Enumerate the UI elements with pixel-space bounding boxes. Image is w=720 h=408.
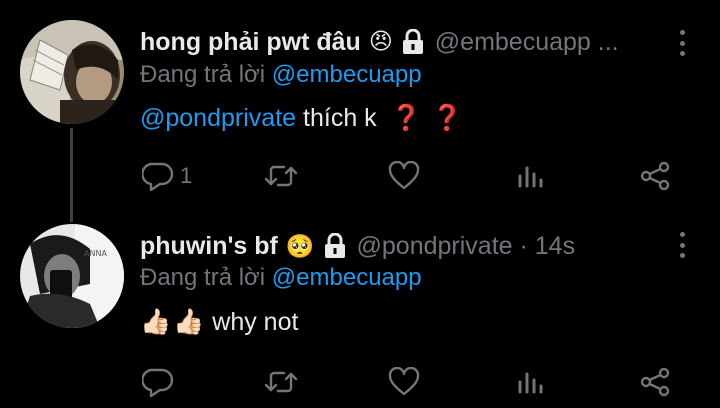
analytics-button[interactable] xyxy=(516,364,544,400)
share-icon xyxy=(640,367,670,397)
analytics-button[interactable] xyxy=(516,158,544,194)
retweet-icon xyxy=(264,368,298,396)
replying-to: Đang trả lời @embecuapp xyxy=(140,264,422,292)
question-mark-emoji: ❓ xyxy=(390,104,422,132)
more-options-icon[interactable] xyxy=(678,30,686,56)
display-name[interactable]: hong phải pwt đâu xyxy=(140,28,361,57)
share-button[interactable] xyxy=(640,364,670,400)
question-mark-emoji: ❓ xyxy=(431,104,463,132)
reply-button[interactable] xyxy=(142,364,180,400)
body-text: thích k xyxy=(303,104,377,132)
tweet-text: 👍🏻 👍🏻 why not xyxy=(140,308,298,337)
tweet-1[interactable]: hong phải pwt đâu 😠 @embecuapp ... Đang … xyxy=(0,0,720,222)
user-handle-and-time[interactable]: @pondprivate · 14s xyxy=(357,232,576,261)
replying-prefix: Đang trả lời xyxy=(140,264,266,291)
avatar[interactable]: ANNA xyxy=(20,224,124,328)
retweet-icon xyxy=(264,162,298,190)
like-icon xyxy=(388,367,420,397)
angry-face-emoji: 😠 xyxy=(368,29,393,55)
share-button[interactable] xyxy=(640,158,670,194)
reply-icon xyxy=(142,161,174,191)
like-icon xyxy=(388,161,420,191)
tweet-text: @pondprivate thích k ❓ ❓ xyxy=(140,104,463,133)
user-handle[interactable]: @embecuapp ... xyxy=(435,28,619,57)
retweet-button[interactable] xyxy=(264,364,298,400)
body-text: why not xyxy=(212,308,299,336)
thumbs-up-emoji-2: 👍🏻 xyxy=(173,308,205,336)
tweet-header: hong phải pwt đâu 😠 @embecuapp ... xyxy=(140,26,664,58)
like-button[interactable] xyxy=(388,364,420,400)
replying-to: Đang trả lời @embecuapp xyxy=(140,61,422,89)
like-button[interactable] xyxy=(388,158,420,194)
svg-text:ANNA: ANNA xyxy=(84,249,107,258)
tweet-header: phuwin's bf 🥺 @pondprivate · 14s xyxy=(140,230,664,262)
replying-mention-link[interactable]: @embecuapp xyxy=(272,61,422,88)
share-icon xyxy=(640,161,670,191)
thumbs-up-emoji: 👍🏻 👍🏻 xyxy=(140,308,204,337)
more-options-icon[interactable] xyxy=(678,232,686,258)
replying-mention-link[interactable]: @embecuapp xyxy=(272,264,422,291)
action-bar xyxy=(140,364,680,400)
lock-icon xyxy=(323,233,347,259)
replying-prefix: Đang trả lời xyxy=(140,61,266,88)
analytics-icon xyxy=(516,162,544,190)
pleading-face-emoji: 🥺 xyxy=(285,233,315,260)
reply-count: 1 xyxy=(180,163,193,188)
reply-icon xyxy=(142,367,174,397)
lock-icon xyxy=(401,29,425,55)
retweet-button[interactable] xyxy=(264,158,298,194)
analytics-icon xyxy=(516,368,544,396)
tweet-2[interactable]: ANNA phuwin's bf 🥺 @pondprivate · 14s Đa… xyxy=(0,222,720,408)
action-bar: 1 xyxy=(140,158,680,194)
display-name[interactable]: phuwin's bf xyxy=(140,232,278,261)
thumbs-up-emoji-1: 👍🏻 xyxy=(140,308,172,336)
reply-button[interactable]: 1 xyxy=(142,158,192,194)
body-mention-link[interactable]: @pondprivate xyxy=(140,104,296,133)
avatar[interactable] xyxy=(20,20,124,124)
